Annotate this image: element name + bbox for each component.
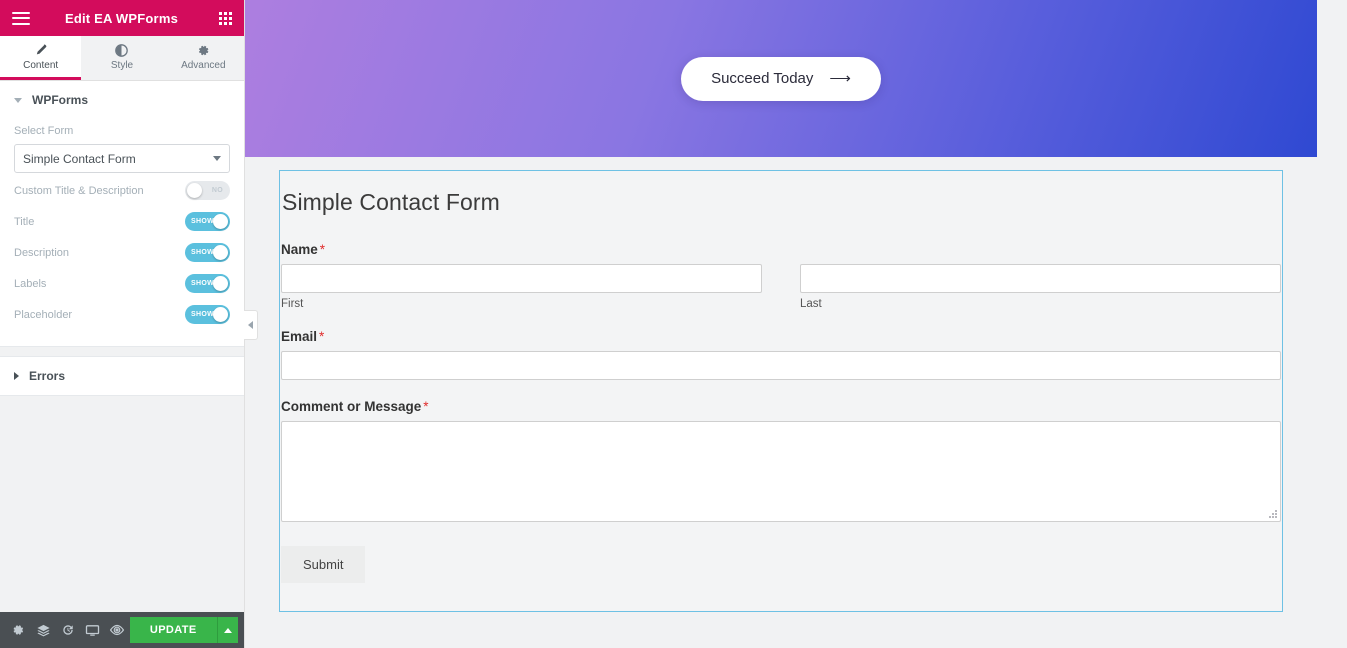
name-inputs-row: First Last <box>281 264 1281 310</box>
chevron-left-icon <box>248 321 253 329</box>
toggle-state-text: NO <box>211 187 223 194</box>
toggle-label-custom-title: Custom Title & Description <box>14 184 144 197</box>
toggle-label-description: Description <box>14 246 70 259</box>
section-wpforms-body: Select Form Simple Contact Form Custom T… <box>0 119 244 346</box>
tab-advanced-label: Advanced <box>181 59 226 71</box>
panel-collapse-handle[interactable] <box>244 310 258 340</box>
history-icon[interactable] <box>56 612 81 648</box>
toggle-description[interactable]: SHOW <box>185 243 230 262</box>
field-email-label-text: Email <box>281 329 318 344</box>
chevron-down-icon <box>14 97 22 103</box>
tab-style[interactable]: Style <box>81 36 162 80</box>
comment-textarea[interactable] <box>281 421 1281 522</box>
update-options-button[interactable] <box>216 617 238 643</box>
panel-empty-space <box>0 396 244 612</box>
toggle-label-title: Title <box>14 215 35 228</box>
toggle-label-labels: Labels <box>14 277 47 290</box>
section-errors: Errors <box>0 356 244 396</box>
field-email: Email * <box>281 329 1281 380</box>
name-last-input[interactable] <box>800 264 1281 293</box>
required-asterisk: * <box>319 329 325 344</box>
submit-button[interactable]: Submit <box>281 546 366 583</box>
name-last-col: Last <box>800 264 1281 310</box>
preview-eye-icon[interactable] <box>105 612 130 648</box>
textarea-resize-grip[interactable] <box>1268 509 1277 518</box>
update-button[interactable]: UPDATE <box>129 617 217 643</box>
gear-icon[interactable] <box>6 612 31 648</box>
name-first-col: First <box>281 264 762 310</box>
succeed-today-button[interactable]: Succeed Today ⟶ <box>681 56 881 101</box>
toggle-custom-title-description[interactable]: NO <box>185 181 230 200</box>
name-last-sublabel: Last <box>800 298 822 310</box>
gear-icon <box>197 43 210 58</box>
toggle-knob <box>187 183 202 198</box>
required-asterisk: * <box>423 399 429 414</box>
cta-label: Succeed Today <box>711 70 814 87</box>
name-first-input[interactable] <box>281 264 762 293</box>
arrow-right-icon: ⟶ <box>829 70 851 87</box>
field-comment: Comment or Message * <box>281 399 1281 522</box>
panel-header: Edit EA WPForms <box>0 0 244 36</box>
toggle-state-text: SHOW <box>191 280 214 287</box>
toggle-knob <box>213 276 228 291</box>
elementor-panel: Edit EA WPForms Content Style Advanced W… <box>0 0 258 648</box>
toggle-state-text: SHOW <box>191 218 214 225</box>
section-errors-title: Errors <box>29 369 66 383</box>
toggle-row-description: Description SHOW <box>14 237 230 268</box>
tab-content[interactable]: Content <box>0 36 82 80</box>
select-form-control: Select Form Simple Contact Form <box>14 125 230 173</box>
hero-banner: Succeed Today ⟶ <box>245 0 1317 157</box>
select-form-input[interactable]: Simple Contact Form <box>14 144 230 173</box>
select-form-wrap: Simple Contact Form <box>14 144 230 173</box>
responsive-monitor-icon[interactable] <box>80 612 105 648</box>
section-wpforms-title: WPForms <box>32 93 89 107</box>
panel-title: Edit EA WPForms <box>64 10 179 26</box>
chevron-right-icon <box>14 372 19 380</box>
select-form-label: Select Form <box>14 125 74 137</box>
toggle-knob <box>213 214 228 229</box>
wpforms-widget[interactable]: Simple Contact Form Name * First Last Em… <box>279 170 1283 612</box>
field-name-label: Name * <box>281 242 1281 257</box>
toggle-row-title: Title SHOW <box>14 206 230 237</box>
toggle-label-placeholder: Placeholder <box>14 308 73 321</box>
tab-style-label: Style <box>110 59 134 71</box>
form-body: Name * First Last Email * Comment or Mes… <box>280 216 1282 611</box>
contrast-circle-icon <box>115 43 129 58</box>
section-wpforms: WPForms Select Form Simple Contact Form … <box>0 81 244 347</box>
field-name: Name * First Last <box>281 242 1281 310</box>
elementor-editor: Edit EA WPForms Content Style Advanced W… <box>0 0 1347 648</box>
email-input[interactable] <box>281 351 1281 380</box>
tab-content-label: Content <box>23 59 59 71</box>
toggle-row-placeholder: Placeholder SHOW <box>14 299 230 330</box>
toggle-labels[interactable]: SHOW <box>185 274 230 293</box>
field-comment-label: Comment or Message * <box>281 399 1281 414</box>
chevron-up-icon <box>223 627 232 633</box>
form-title: Simple Contact Form <box>282 189 500 215</box>
form-footer-space <box>281 583 1281 611</box>
panel-footer: UPDATE <box>0 612 244 648</box>
tab-advanced[interactable]: Advanced <box>163 36 244 80</box>
toggle-row-custom-title: Custom Title & Description NO <box>14 175 230 206</box>
toggle-state-text: SHOW <box>191 249 214 256</box>
layers-icon[interactable] <box>31 612 56 648</box>
toggle-knob <box>213 307 228 322</box>
grid-apps-icon[interactable] <box>219 11 232 25</box>
section-wpforms-header[interactable]: WPForms <box>0 81 244 119</box>
toggle-row-labels: Labels SHOW <box>14 268 230 299</box>
panel-tabs: Content Style Advanced <box>0 36 244 81</box>
field-comment-label-text: Comment or Message <box>281 399 422 414</box>
field-email-label: Email * <box>281 329 1281 344</box>
toggle-placeholder[interactable]: SHOW <box>185 305 230 324</box>
toggle-state-text: SHOW <box>191 311 214 318</box>
field-name-label-text: Name <box>281 242 318 257</box>
pencil-icon <box>34 43 47 58</box>
toggle-title[interactable]: SHOW <box>185 212 230 231</box>
name-first-sublabel: First <box>281 298 304 310</box>
toggle-knob <box>213 245 228 260</box>
section-errors-header[interactable]: Errors <box>0 357 244 395</box>
editor-canvas: Succeed Today ⟶ Simple Contact Form Name… <box>245 0 1347 648</box>
required-asterisk: * <box>319 242 326 257</box>
